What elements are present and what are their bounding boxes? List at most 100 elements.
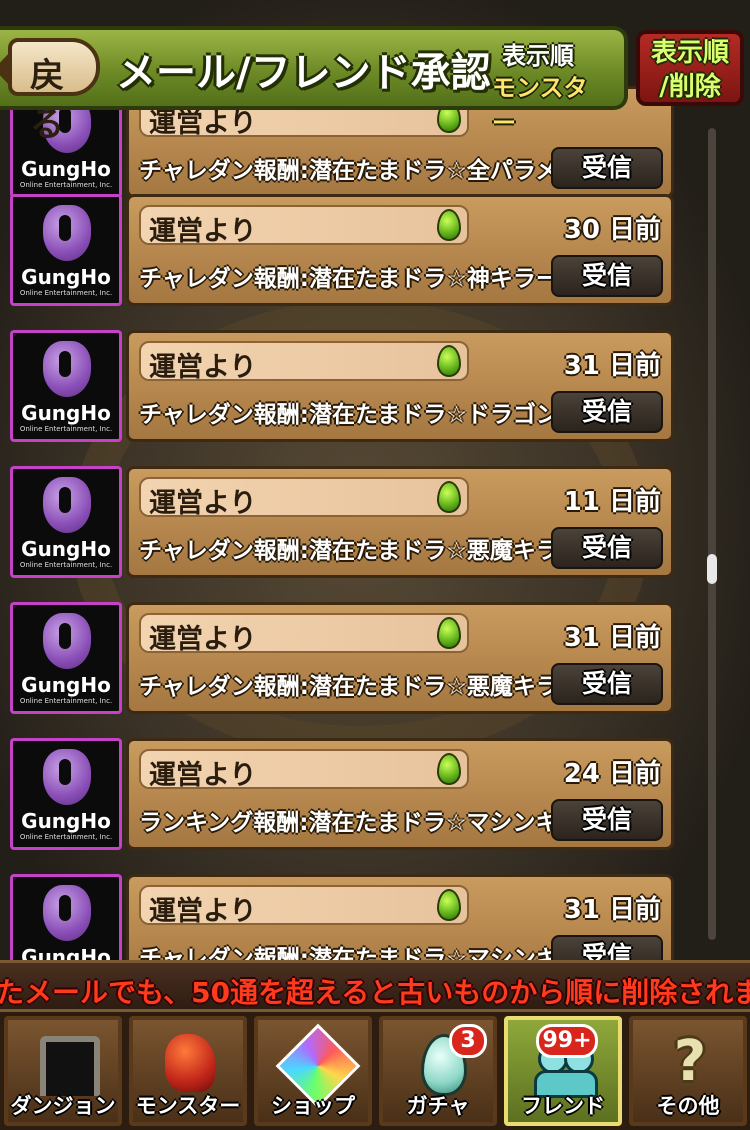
logo-brand: GungHo <box>21 157 111 181</box>
mail-list[interactable]: GungHo Online Entertainment, Inc. 運営より チ… <box>0 0 700 960</box>
mail-sender: 運営より <box>149 352 257 383</box>
logo-subtitle: Online Entertainment, Inc. <box>19 833 113 841</box>
logo-subtitle: Online Entertainment, Inc. <box>19 425 113 433</box>
gungho-logo-icon <box>43 205 91 261</box>
gungho-logo-icon <box>43 885 91 941</box>
receive-button[interactable]: 受信 <box>551 255 663 297</box>
mail-sender: 運営より <box>149 896 257 927</box>
nav-gacha-button[interactable]: 3 ガチャ <box>379 1016 497 1126</box>
mail-item[interactable]: GungHo Online Entertainment, Inc. 運営より 3… <box>8 194 674 308</box>
sort-label-bottom: モンスター <box>492 74 588 137</box>
mail-item[interactable]: GungHo Online Entertainment, Inc. 運営より 3… <box>8 874 674 960</box>
mail-subject: ランキング報酬:潜在たまドラ☆マシンキラー <box>139 810 605 836</box>
nav-label: ガチャ <box>406 1094 470 1118</box>
mail-item[interactable]: GungHo Online Entertainment, Inc. 運営より 3… <box>8 602 674 716</box>
receive-button-label: 受信 <box>581 533 632 562</box>
receive-button-label: 受信 <box>581 261 632 290</box>
sender-bar: 運営より <box>139 749 469 791</box>
nav-label: ショップ <box>271 1094 355 1118</box>
rainbow-stone-icon <box>275 1023 361 1109</box>
egg-icon <box>437 209 461 241</box>
mail-plate: 運営より 11 日前 チャレダン報酬:潜在たまドラ☆悪魔キラー 受信 <box>126 466 674 578</box>
mail-days-ago: 24 日前 <box>563 759 661 789</box>
back-button-label: 戻る <box>30 56 64 145</box>
logo-brand: GungHo <box>21 401 111 425</box>
sort-label[interactable]: 表示順 モンスター <box>492 34 602 137</box>
logo-subtitle: Online Entertainment, Inc. <box>19 289 113 297</box>
mail-item[interactable]: GungHo Online Entertainment, Inc. 運営より 1… <box>8 466 674 580</box>
egg-icon <box>437 617 461 649</box>
sort-delete-button[interactable]: 表示順 /削除 <box>636 30 744 106</box>
mail-sender: 運営より <box>149 760 257 791</box>
sort-label-top: 表示順 <box>502 42 574 70</box>
mail-plate: 運営より 31 日前 チャレダン報酬:潜在たまドラ☆ドラゴンキラー 受信 <box>126 330 674 442</box>
mail-sender: 運営より <box>149 488 257 519</box>
nav-monster-button[interactable]: モンスター <box>129 1016 247 1126</box>
mail-plate: 運営より 30 日前 チャレダン報酬:潜在たまドラ☆神キラー 受信 <box>126 194 674 306</box>
logo-subtitle: Online Entertainment, Inc. <box>19 697 113 705</box>
mail-subject: チャレダン報酬:潜在たまドラ☆マシンキラー <box>139 946 605 960</box>
logo-brand: GungHo <box>21 673 111 697</box>
receive-button-label: 受信 <box>581 397 632 426</box>
notice-ticker: たメールでも、50通を超えると古いものから順に削除されま <box>0 960 750 1012</box>
logo-brand: GungHo <box>21 265 111 289</box>
gungho-logo-icon <box>43 477 91 533</box>
bottom-nav: ダンジョン モンスター ショップ 3 ガチャ 99+ フレンド ? その他 <box>0 1012 750 1130</box>
sender-bar: 運営より <box>139 205 469 247</box>
logo-subtitle: Online Entertainment, Inc. <box>19 561 113 569</box>
mail-plate: 運営より 31 日前 チャレダン報酬:潜在たまドラ☆マシンキラー 受信 <box>126 874 674 960</box>
back-button[interactable]: 戻る <box>0 38 100 145</box>
question-mark-icon: ? <box>673 1029 707 1094</box>
page-title: メール/フレンド承認 <box>116 50 491 96</box>
notice-text: たメールでも、50通を超えると古いものから順に削除されま <box>0 976 750 1009</box>
gungho-logo: GungHo Online Entertainment, Inc. <box>10 466 122 578</box>
notification-badge: 99+ <box>536 1024 598 1058</box>
mail-item[interactable]: GungHo Online Entertainment, Inc. 運営より 2… <box>8 738 674 852</box>
nav-label: モンスター <box>135 1094 241 1118</box>
receive-button[interactable]: 受信 <box>551 663 663 705</box>
mail-subject: チャレダン報酬:潜在たまドラ☆神キラー <box>139 266 559 292</box>
egg-icon <box>437 481 461 513</box>
receive-button[interactable]: 受信 <box>551 935 663 960</box>
gungho-logo-icon <box>43 341 91 397</box>
receive-button-label: 受信 <box>581 669 632 698</box>
dungeon-gate-icon <box>32 1030 100 1096</box>
mail-days-ago: 30 日前 <box>563 215 661 245</box>
nav-label: フレンド <box>521 1094 605 1118</box>
gungho-logo: GungHo Online Entertainment, Inc. <box>10 602 122 714</box>
logo-brand: GungHo <box>21 537 111 561</box>
receive-button[interactable]: 受信 <box>551 799 663 841</box>
mail-plate: 運営より 31 日前 チャレダン報酬:潜在たまドラ☆悪魔キラー 受信 <box>126 602 674 714</box>
mail-sender: 運営より <box>149 624 257 655</box>
scrollbar-thumb[interactable] <box>707 554 717 584</box>
gungho-logo-icon <box>43 749 91 805</box>
egg-icon <box>437 753 461 785</box>
receive-button-label: 受信 <box>581 805 632 834</box>
scrollbar-track[interactable] <box>708 128 716 940</box>
receive-button[interactable]: 受信 <box>551 527 663 569</box>
nav-shop-button[interactable]: ショップ <box>254 1016 372 1126</box>
gungho-logo-icon <box>43 613 91 669</box>
logo-subtitle: Online Entertainment, Inc. <box>19 181 113 189</box>
logo-brand: GungHo <box>21 809 111 833</box>
nav-other-button[interactable]: ? その他 <box>629 1016 747 1126</box>
mail-subject: チャレダン報酬:潜在たまドラ☆悪魔キラー <box>139 538 582 564</box>
gungho-logo: GungHo Online Entertainment, Inc. <box>10 330 122 442</box>
sort-delete-line2: /削除 <box>659 72 721 102</box>
receive-button[interactable]: 受信 <box>551 391 663 433</box>
notification-badge: 3 <box>449 1024 487 1058</box>
mail-days-ago: 11 日前 <box>563 487 661 517</box>
sender-bar: 運営より <box>139 613 469 655</box>
receive-button[interactable]: 受信 <box>551 147 663 189</box>
sender-bar: 運営より <box>139 885 469 927</box>
nav-dungeon-button[interactable]: ダンジョン <box>4 1016 122 1126</box>
gungho-logo: GungHo Online Entertainment, Inc. <box>10 194 122 306</box>
logo-brand: GungHo <box>21 945 111 960</box>
red-dragon-icon <box>157 1030 221 1094</box>
mail-sender: 運営より <box>149 216 257 247</box>
mail-days-ago: 31 日前 <box>563 895 661 925</box>
mail-plate: 運営より 24 日前 ランキング報酬:潜在たまドラ☆マシンキラー 受信 <box>126 738 674 850</box>
nav-friend-button[interactable]: 99+ フレンド <box>504 1016 622 1126</box>
nav-label: ダンジョン <box>10 1094 116 1118</box>
mail-item[interactable]: GungHo Online Entertainment, Inc. 運営より 3… <box>8 330 674 444</box>
